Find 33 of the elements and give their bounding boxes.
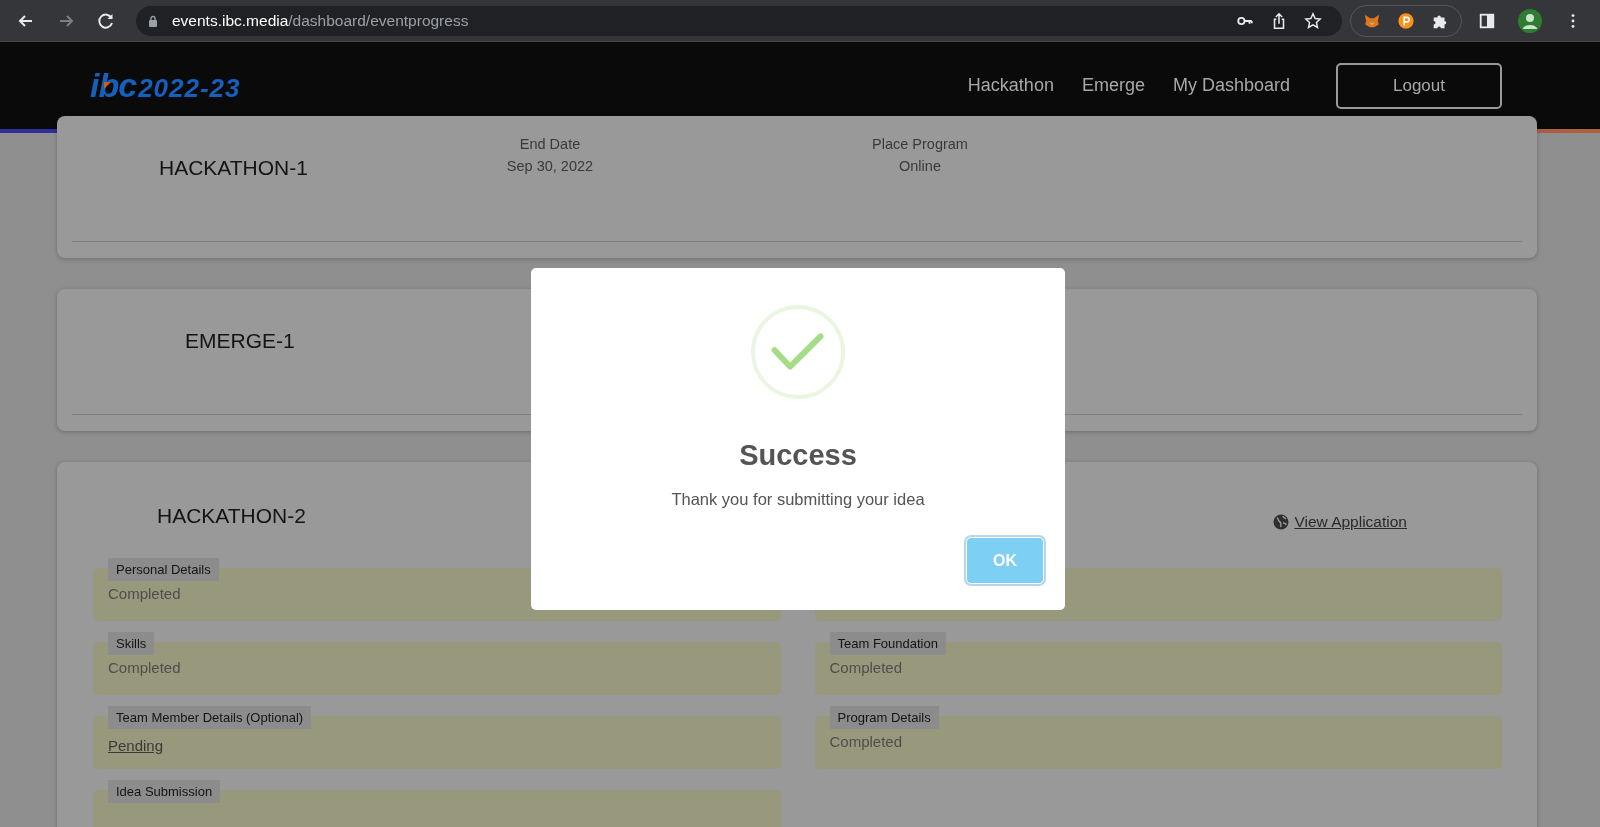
nav-link[interactable]: Hackathon (967, 75, 1054, 96)
step-label: Personal Details (108, 558, 219, 581)
field-value: Online (899, 158, 941, 174)
status-text: Completed (829, 659, 903, 676)
status-link[interactable]: Pending (108, 737, 164, 754)
coin-icon[interactable] (1397, 11, 1415, 30)
event-title: EMERGE-1 (184, 329, 296, 353)
step-label: Team Member Details (Optional) (108, 706, 312, 729)
avatar-icon[interactable] (1518, 8, 1542, 33)
field-label: End Date (519, 136, 581, 152)
status-text: Completed (108, 585, 181, 602)
field-label: Place Program (872, 136, 968, 152)
star-icon[interactable] (1304, 11, 1322, 30)
event-title: HACKATHON-1 (158, 156, 309, 180)
step-label: Team Foundation (829, 632, 946, 655)
dialog-message: Thank you for submitting your idea (671, 490, 925, 509)
sidebar-icon[interactable] (1478, 11, 1496, 30)
step-label: Skills (108, 632, 155, 655)
step-label: Idea Submission (108, 780, 221, 803)
view-application-link[interactable]: View Application (1273, 513, 1407, 531)
globe-icon (1273, 514, 1290, 530)
nav-link[interactable]: My Dashboard (1172, 75, 1290, 96)
lock-icon (148, 14, 158, 27)
step-label: Program Details (829, 706, 939, 729)
logout-button[interactable]: Logout (1336, 62, 1502, 109)
field-value: Sep 30, 2022 (506, 158, 594, 174)
status-text: Completed (108, 659, 181, 676)
address-bar[interactable]: events.ibc.media/dashboard/eventprogress (136, 5, 1342, 36)
event-title: HACKATHON-2 (156, 504, 307, 528)
status-text: Completed (829, 733, 903, 750)
nav-link[interactable]: Emerge (1081, 75, 1145, 96)
check-icon (749, 303, 847, 401)
dialog-title: Success (739, 439, 857, 472)
